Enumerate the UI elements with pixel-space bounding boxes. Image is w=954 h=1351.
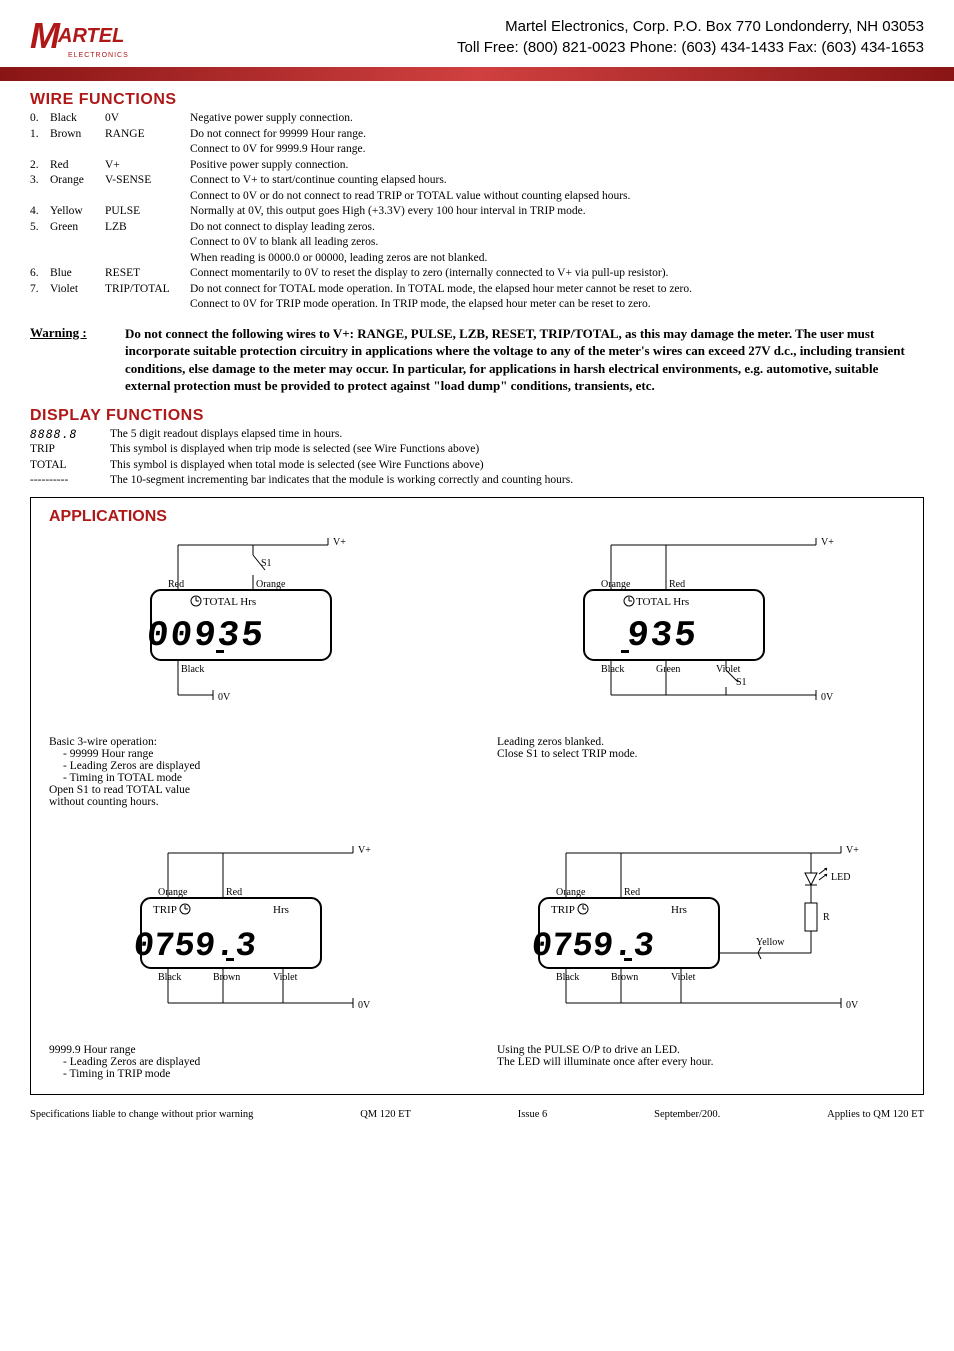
footer-mid1: QM 120 ET [360,1109,411,1120]
svg-text:Red: Red [624,887,640,898]
diagram-3-svg: V+ Orange Red TRIP Hrs 0759.3 Black Brow… [93,838,413,1038]
table-row: TOTALThis symbol is displayed when total… [30,458,591,474]
svg-text:0V: 0V [821,692,834,703]
svg-text:R: R [823,912,830,923]
svg-text:Black: Black [181,664,204,675]
svg-text:Orange: Orange [601,579,631,590]
svg-text:Orange: Orange [158,887,188,898]
svg-text:S1: S1 [736,677,747,688]
svg-text:V+: V+ [846,845,859,856]
svg-text:Brown: Brown [611,972,638,983]
svg-text:Black: Black [556,972,579,983]
applications-box: APPLICATIONS V+ S1 Red Orange TOTAL Hrs [30,497,924,1095]
svg-text:0V: 0V [358,1000,371,1011]
diagram-1-svg: V+ S1 Red Orange TOTAL Hrs 00935 Black [103,530,403,730]
display-functions-heading: DISPLAY FUNCTIONS [30,407,924,425]
table-row: 4.YellowPULSENormally at 0V, this output… [30,204,702,220]
diagram-4: V+ Orange Red TRIP Hrs 0759.3 Black Brow… [497,838,905,1080]
svg-text:TRIP: TRIP [153,904,177,916]
svg-text:V+: V+ [333,537,346,548]
warning-text: Do not connect the following wires to V+… [125,325,924,395]
table-row: TRIPThis symbol is displayed when trip m… [30,442,591,458]
svg-text:Black: Black [601,664,624,675]
svg-text:LED: LED [831,872,850,883]
footer-mid3: September/200. [654,1109,720,1120]
diagram-1: V+ S1 Red Orange TOTAL Hrs 00935 Black [49,530,457,808]
table-row: Connect to 0V to blank all leading zeros… [30,235,702,251]
table-row: ----------The 10-segment incrementing ba… [30,473,591,489]
company-line2: Toll Free: (800) 821-0023 Phone: (603) 4… [190,37,924,58]
logo-brand: ARTEL [58,25,124,48]
warning-label: Warning : [30,325,125,395]
svg-text:Red: Red [669,579,685,590]
diagram-3: V+ Orange Red TRIP Hrs 0759.3 Black Brow… [49,838,457,1080]
diagram-3-caption: 9999.9 Hour range - Leading Zeros are di… [49,1044,457,1080]
table-row: 1.BrownRANGEDo not connect for 99999 Hou… [30,127,702,143]
svg-text:Yellow: Yellow [756,937,785,948]
table-row: 0.Black0VNegative power supply connectio… [30,111,702,127]
footer-mid2: Issue 6 [518,1109,547,1120]
diagram-2-caption: Leading zeros blanked.Close S1 to select… [497,736,905,760]
svg-text:0759.3: 0759.3 [530,928,656,966]
table-row: 6.BlueRESETConnect momentarily to 0V to … [30,266,702,282]
svg-text:TOTAL Hrs: TOTAL Hrs [636,596,689,608]
svg-text:V+: V+ [821,537,834,548]
svg-text:V+: V+ [358,845,371,856]
table-row: When reading is 0000.0 or 00000, leading… [30,251,702,267]
table-row: Connect to 0V for TRIP mode operation. I… [30,297,702,313]
display-functions-table: 8888.8The 5 digit readout displays elaps… [30,427,591,489]
table-row: 5.GreenLZBDo not connect to display lead… [30,220,702,236]
svg-text:S1: S1 [261,558,272,569]
footer: Specifications liable to change without … [0,1103,954,1126]
svg-text:0V: 0V [218,692,231,703]
diagram-4-svg: V+ Orange Red TRIP Hrs 0759.3 Black Brow… [501,838,901,1038]
logo-subtitle: ELECTRONICS [68,52,190,59]
table-row: 2.RedV+Positive power supply connection. [30,158,702,174]
svg-text:Orange: Orange [556,887,586,898]
svg-text:Orange: Orange [256,579,286,590]
divider-stripe [0,67,954,81]
svg-text:Red: Red [168,579,184,590]
svg-text:Brown: Brown [213,972,240,983]
header: M ARTEL ELECTRONICS Martel Electronics, … [0,0,954,67]
diagram-2-svg: V+ Orange Red TOTAL Hrs 935 Black Green [536,530,866,730]
svg-text:TOTAL Hrs: TOTAL Hrs [203,596,256,608]
svg-text:Violet: Violet [273,972,298,983]
svg-text:Green: Green [656,664,680,675]
svg-text:0759.3: 0759.3 [132,928,258,966]
diagram-2: V+ Orange Red TOTAL Hrs 935 Black Green [497,530,905,808]
applications-heading: APPLICATIONS [49,508,905,526]
logo-m: M [30,15,58,57]
svg-text:00935: 00935 [145,615,267,656]
diagram-4-caption: Using the PULSE O/P to drive an LED.The … [497,1044,905,1068]
svg-text:Hrs: Hrs [671,904,687,916]
table-row: Connect to 0V or do not connect to read … [30,189,702,205]
svg-text:Violet: Violet [671,972,696,983]
diagram-1-caption: Basic 3-wire operation: - 99999 Hour ran… [49,736,457,808]
svg-text:Violet: Violet [716,664,741,675]
table-row: 7.VioletTRIP/TOTALDo not connect for TOT… [30,282,702,298]
svg-text:Black: Black [158,972,181,983]
svg-text:0V: 0V [846,1000,859,1011]
table-row: 3.OrangeV-SENSEConnect to V+ to start/co… [30,173,702,189]
table-row: Connect to 0V for 9999.9 Hour range. [30,142,702,158]
warning-block: Warning : Do not connect the following w… [30,325,924,395]
table-row: 8888.8The 5 digit readout displays elaps… [30,427,591,443]
svg-text:935: 935 [578,615,700,656]
svg-text:Hrs: Hrs [273,904,289,916]
logo: M ARTEL ELECTRONICS [30,15,190,59]
footer-right: Applies to QM 120 ET [827,1109,924,1120]
svg-text:Red: Red [226,887,242,898]
company-address: Martel Electronics, Corp. P.O. Box 770 L… [190,16,924,58]
wire-functions-heading: WIRE FUNCTIONS [30,91,924,109]
company-line1: Martel Electronics, Corp. P.O. Box 770 L… [190,16,924,37]
wire-functions-table: 0.Black0VNegative power supply connectio… [30,111,702,313]
footer-left: Specifications liable to change without … [30,1109,253,1120]
svg-text:TRIP: TRIP [551,904,575,916]
